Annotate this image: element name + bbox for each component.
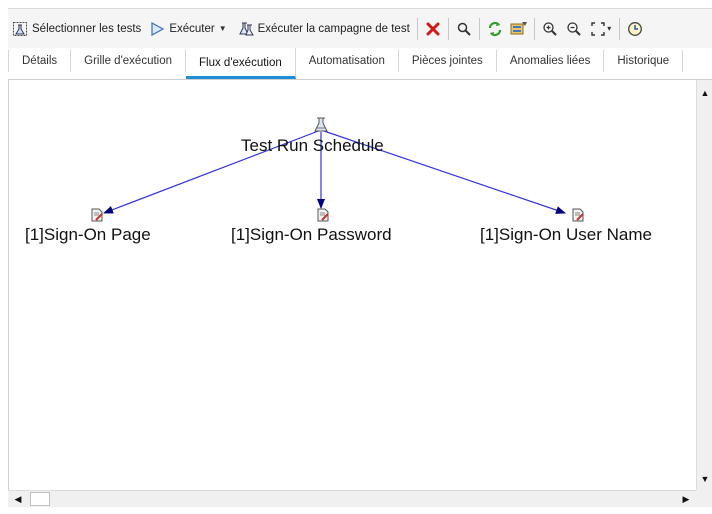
select-tests-button[interactable]: Sélectionner les tests xyxy=(8,17,145,41)
find-button[interactable] xyxy=(452,17,476,41)
test-instance-icon xyxy=(572,208,584,222)
tab-bar: Détails Grille d'exécution Flux d'exécut… xyxy=(8,48,712,80)
flow-node-label: [1]Sign-On User Name xyxy=(480,225,652,244)
filter-icon xyxy=(510,21,527,34)
toolbar-separator xyxy=(618,17,620,40)
zoom-in-button[interactable] xyxy=(538,17,562,41)
scroll-left-icon[interactable]: ◀ xyxy=(10,492,26,507)
run-button[interactable]: Exécuter ▼ xyxy=(145,17,233,41)
flow-node-label: [1]Sign-On Page xyxy=(25,225,151,244)
scroll-up-icon[interactable]: ▲ xyxy=(697,86,712,100)
clock-icon xyxy=(627,21,642,36)
tab-label: Grille d'exécution xyxy=(84,55,173,67)
run-icon xyxy=(151,21,165,36)
zoom-in-icon xyxy=(543,21,557,36)
tab-history[interactable]: Historique xyxy=(604,50,684,72)
toolbar-separator xyxy=(478,17,480,40)
toolbar-separator xyxy=(416,17,418,40)
horizontal-scroll-thumb[interactable] xyxy=(30,492,50,506)
tab-details[interactable]: Détails xyxy=(8,50,72,72)
root-node-label: Test Run Schedule xyxy=(241,136,384,155)
tab-label: Pièces jointes xyxy=(411,55,483,67)
tab-automation[interactable]: Automatisation xyxy=(296,50,399,72)
tab-label: Anomalies liées xyxy=(509,55,591,67)
horizontal-scrollbar[interactable]: ◀ ▶ xyxy=(8,490,696,507)
tab-label: Historique xyxy=(617,55,670,67)
delete-button[interactable] xyxy=(421,17,445,41)
find-icon xyxy=(457,22,471,36)
execution-flow-canvas[interactable]: Test Run Schedule [1]Sign-On Page [1]Sig… xyxy=(8,80,696,490)
refresh-button[interactable] xyxy=(483,17,507,41)
filter-button[interactable] xyxy=(507,17,531,41)
scroll-right-icon[interactable]: ▶ xyxy=(678,492,694,507)
tab-execution-flow[interactable]: Flux d'exécution xyxy=(186,48,296,79)
bottom-margin xyxy=(8,507,712,514)
vertical-scrollbar[interactable]: ▲ ▼ xyxy=(696,80,712,490)
tab-attachments[interactable]: Pièces jointes xyxy=(399,50,497,72)
scroll-down-icon[interactable]: ▼ xyxy=(697,472,712,486)
fit-icon xyxy=(591,21,605,36)
tab-label: Détails xyxy=(22,55,58,67)
zoom-out-icon xyxy=(567,21,581,36)
tab-linked-defects[interactable]: Anomalies liées xyxy=(497,50,605,72)
delete-icon xyxy=(426,22,440,35)
toolbar-separator xyxy=(447,17,449,40)
run-dropdown-icon[interactable]: ▼ xyxy=(219,24,227,33)
run-campaign-button[interactable]: Exécuter la campagne de test xyxy=(234,17,414,41)
run-campaign-icon xyxy=(238,22,254,35)
run-label: Exécuter xyxy=(169,22,215,35)
tab-label: Flux d'exécution xyxy=(199,56,282,69)
run-campaign-label: Exécuter la campagne de test xyxy=(257,22,410,35)
schedule-button[interactable] xyxy=(623,17,647,41)
scrollbar-corner xyxy=(696,490,712,507)
fit-dropdown-icon[interactable]: ▾ xyxy=(607,24,611,33)
tab-label: Automatisation xyxy=(308,55,385,67)
test-instance-icon xyxy=(91,208,103,222)
select-tests-label: Sélectionner les tests xyxy=(32,22,142,35)
test-set-icon xyxy=(314,117,328,132)
tab-execution-grid[interactable]: Grille d'exécution xyxy=(71,50,187,72)
select-tests-icon xyxy=(13,21,27,36)
zoom-out-button[interactable] xyxy=(562,17,586,41)
flow-node-label: [1]Sign-On Password xyxy=(231,225,392,244)
root-node[interactable] xyxy=(314,117,328,138)
test-instance-icon xyxy=(317,208,329,222)
refresh-icon xyxy=(488,21,501,36)
toolbar-separator xyxy=(533,17,535,40)
toolbar: Sélectionner les tests Exécuter ▼ Exécut… xyxy=(8,8,712,48)
fit-button[interactable]: ▾ xyxy=(586,17,616,41)
